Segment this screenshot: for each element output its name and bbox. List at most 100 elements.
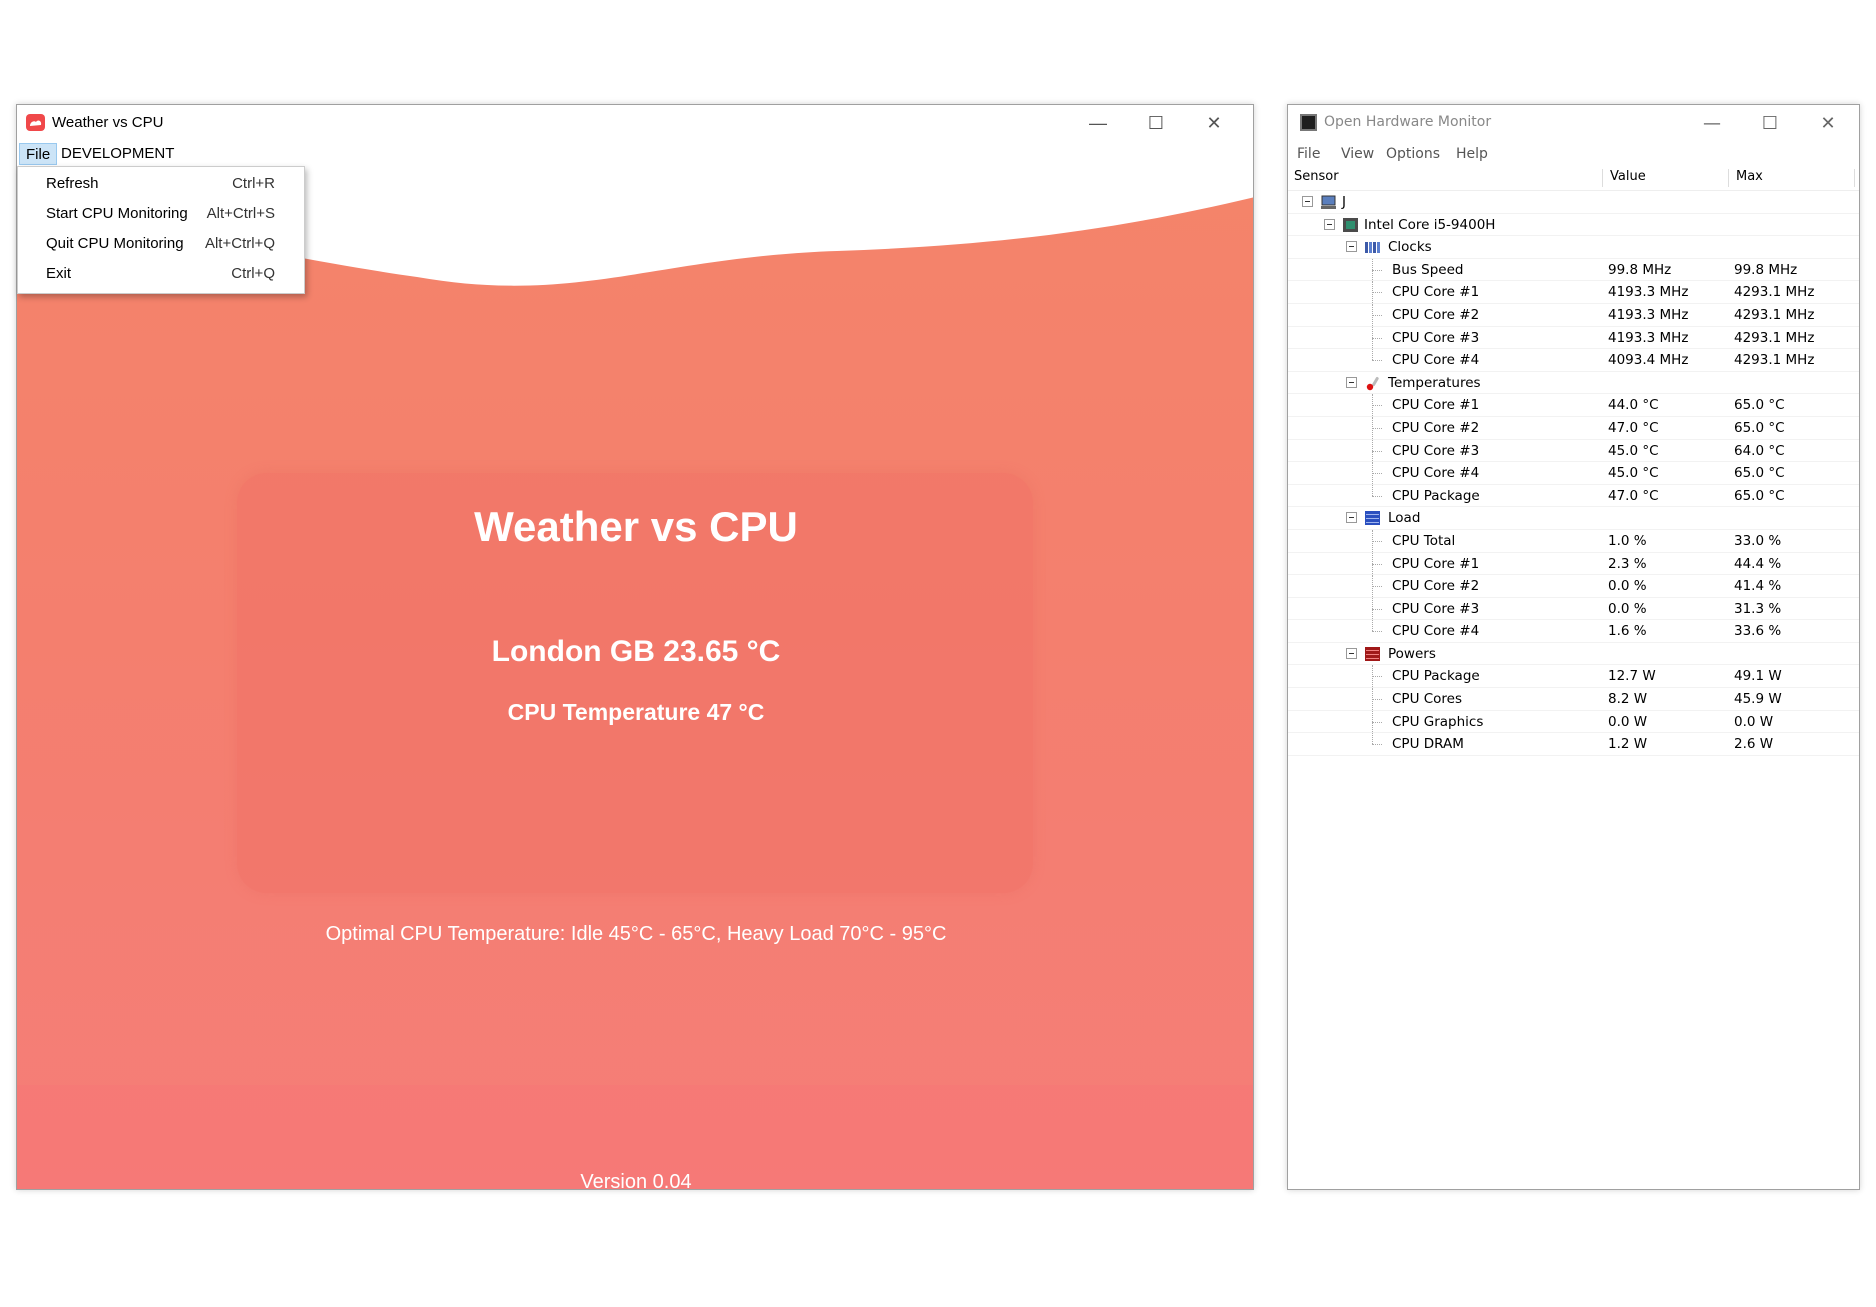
menu-item-refresh[interactable]: Refresh Ctrl+R: [18, 169, 304, 199]
sensor-name: CPU Package: [1392, 668, 1480, 685]
sensor-value: 8.2 W: [1608, 691, 1648, 708]
sensor-row[interactable]: CPU Package 12.7 W 49.1 W: [1288, 665, 1859, 689]
sensor-name: CPU Core #4: [1392, 623, 1480, 640]
menu-item-quit-cpu-monitoring[interactable]: Quit CPU Monitoring Alt+Ctrl+Q: [18, 229, 304, 259]
column-sensor[interactable]: Sensor: [1294, 169, 1339, 184]
tree-node-label: Intel Core i5-9400H: [1364, 216, 1496, 233]
sensor-max: 33.0 %: [1734, 532, 1782, 549]
menu-help[interactable]: Help: [1456, 146, 1488, 162]
tree-node-group-temperatures[interactable]: Temperatures: [1288, 372, 1859, 395]
sensor-row[interactable]: CPU Core #2 4193.3 MHz 4293.1 MHz: [1288, 303, 1859, 327]
menu-file[interactable]: File: [1297, 146, 1320, 162]
sensor-row[interactable]: CPU Core #1 2.3 % 44.4 %: [1288, 552, 1859, 576]
sensor-row[interactable]: CPU Core #4 4093.4 MHz 4293.1 MHz: [1288, 349, 1859, 372]
sensor-name: CPU Core #1: [1392, 284, 1480, 301]
sensor-name: CPU Core #2: [1392, 306, 1480, 323]
sensor-row[interactable]: CPU Core #1 4193.3 MHz 4293.1 MHz: [1288, 281, 1859, 304]
sensor-max: 4293.1 MHz: [1734, 284, 1815, 301]
collapse-toggle[interactable]: [1324, 218, 1335, 230]
sensor-value: 1.2 W: [1608, 736, 1648, 753]
sensor-row[interactable]: CPU Graphics 0.0 W 0.0 W: [1288, 710, 1859, 734]
tree-node-group-load[interactable]: Load: [1288, 507, 1859, 530]
sensor-name: CPU Core #1: [1392, 555, 1480, 572]
app-heading: Weather vs CPU: [474, 503, 798, 550]
sensor-value: 44.0 °C: [1608, 397, 1659, 414]
sensor-row[interactable]: CPU DRAM 1.2 W 2.6 W: [1288, 733, 1859, 756]
menu-view[interactable]: View: [1341, 146, 1374, 162]
sensor-row[interactable]: CPU Package 47.0 °C 65.0 °C: [1288, 484, 1859, 508]
sensor-row[interactable]: CPU Total 1.0 % 33.0 %: [1288, 529, 1859, 553]
clock-icon: [1365, 242, 1380, 254]
sensor-value: 4093.4 MHz: [1608, 352, 1689, 369]
sensor-max: 44.4 %: [1734, 555, 1782, 572]
sensor-name: CPU Graphics: [1392, 713, 1484, 730]
sensor-max: 4293.1 MHz: [1734, 329, 1815, 346]
column-value[interactable]: Value: [1610, 169, 1646, 184]
cpu-temperature: CPU Temperature 47 °C: [507, 699, 765, 725]
menu-development[interactable]: DEVELOPMENT: [55, 143, 180, 165]
sensor-value: 0.0 %: [1608, 600, 1647, 617]
close-button[interactable]: ✕: [1799, 105, 1857, 141]
maximize-button[interactable]: ☐: [1127, 105, 1185, 141]
menu-item-exit[interactable]: Exit Ctrl+Q: [18, 259, 304, 289]
menu-options[interactable]: Options: [1386, 146, 1440, 162]
menu-file[interactable]: File: [19, 143, 58, 165]
sensor-value: 47.0 °C: [1608, 419, 1659, 436]
sensor-value: 0.0 %: [1608, 578, 1647, 595]
sensor-max: 41.4 %: [1734, 578, 1782, 595]
menu-bar: File DEVELOPMENT: [17, 141, 1253, 165]
sensor-name: CPU Core #3: [1392, 442, 1480, 459]
close-button[interactable]: ✕: [1185, 105, 1243, 141]
collapse-toggle[interactable]: [1346, 647, 1357, 659]
menu-item-label: Start CPU Monitoring: [46, 205, 188, 222]
sensor-max: 65.0 °C: [1734, 465, 1785, 482]
window-title: Open Hardware Monitor: [1324, 114, 1492, 130]
tree-node-group-clocks[interactable]: Clocks: [1288, 236, 1859, 259]
sensor-max: 45.9 W: [1734, 691, 1782, 708]
sensor-name: CPU Core #4: [1392, 352, 1480, 369]
menu-item-start-cpu-monitoring[interactable]: Start CPU Monitoring Alt+Ctrl+S: [18, 199, 304, 229]
collapse-toggle[interactable]: [1302, 196, 1313, 207]
sensor-row[interactable]: CPU Core #4 1.6 % 33.6 %: [1288, 620, 1859, 643]
sensor-row[interactable]: Bus Speed 99.8 MHz 99.8 MHz: [1288, 258, 1859, 282]
sensor-name: CPU Core #2: [1392, 578, 1480, 595]
column-max[interactable]: Max: [1736, 169, 1763, 184]
sensor-row[interactable]: CPU Cores 8.2 W 45.9 W: [1288, 688, 1859, 711]
sensor-name: CPU Cores: [1392, 691, 1463, 708]
maximize-button[interactable]: ☐: [1741, 105, 1799, 141]
sensor-row[interactable]: CPU Core #2 0.0 % 41.4 %: [1288, 575, 1859, 598]
tree-node-group-powers[interactable]: Powers: [1288, 643, 1859, 666]
menu-item-label: Quit CPU Monitoring: [46, 235, 184, 252]
sensor-groups: Clocks Bus Speed 99.8 MHz 99.8 MHz CPU Core …: [1288, 236, 1859, 756]
tree-node-label: Load: [1388, 510, 1421, 527]
sensor-row[interactable]: CPU Core #3 0.0 % 31.3 %: [1288, 597, 1859, 621]
open-hardware-monitor-window: Open Hardware Monitor — ☐ ✕ File View Op…: [1287, 104, 1860, 1190]
sensor-name: CPU Core #3: [1392, 600, 1480, 617]
sensor-max: 64.0 °C: [1734, 442, 1785, 459]
tree-node-computer[interactable]: J: [1288, 191, 1859, 214]
sensor-value: 4193.3 MHz: [1608, 284, 1689, 301]
sensor-row[interactable]: CPU Core #3 45.0 °C 64.0 °C: [1288, 439, 1859, 463]
sensor-row[interactable]: CPU Core #1 44.0 °C 65.0 °C: [1288, 394, 1859, 417]
sensor-value: 4193.3 MHz: [1608, 329, 1689, 346]
cpu-icon: [1343, 217, 1358, 232]
sensor-value: 45.0 °C: [1608, 465, 1659, 482]
optimal-temperature-note: Optimal CPU Temperature: Idle 45°C - 65°…: [325, 923, 947, 945]
tree-node-label: Clocks: [1388, 239, 1432, 256]
minimize-button[interactable]: —: [1683, 105, 1741, 141]
sensor-row[interactable]: CPU Core #4 45.0 °C 65.0 °C: [1288, 462, 1859, 485]
sensor-value: 45.0 °C: [1608, 442, 1659, 459]
collapse-toggle[interactable]: [1346, 512, 1357, 524]
collapse-toggle[interactable]: [1346, 376, 1357, 388]
tree-node-cpu[interactable]: Intel Core i5-9400H: [1288, 214, 1859, 237]
sensor-name: CPU Core #2: [1392, 419, 1480, 436]
minimize-button[interactable]: —: [1069, 105, 1127, 141]
sensor-value: 4193.3 MHz: [1608, 306, 1689, 323]
collapse-toggle[interactable]: [1346, 241, 1357, 253]
sensor-value: 1.0 %: [1608, 532, 1647, 549]
title-bar[interactable]: Weather vs CPU — ☐ ✕: [17, 105, 1253, 141]
sensor-value: 0.0 W: [1608, 713, 1648, 730]
tree-node-label: Temperatures: [1388, 374, 1481, 391]
sensor-row[interactable]: CPU Core #3 4193.3 MHz 4293.1 MHz: [1288, 326, 1859, 350]
sensor-row[interactable]: CPU Core #2 47.0 °C 65.0 °C: [1288, 416, 1859, 440]
